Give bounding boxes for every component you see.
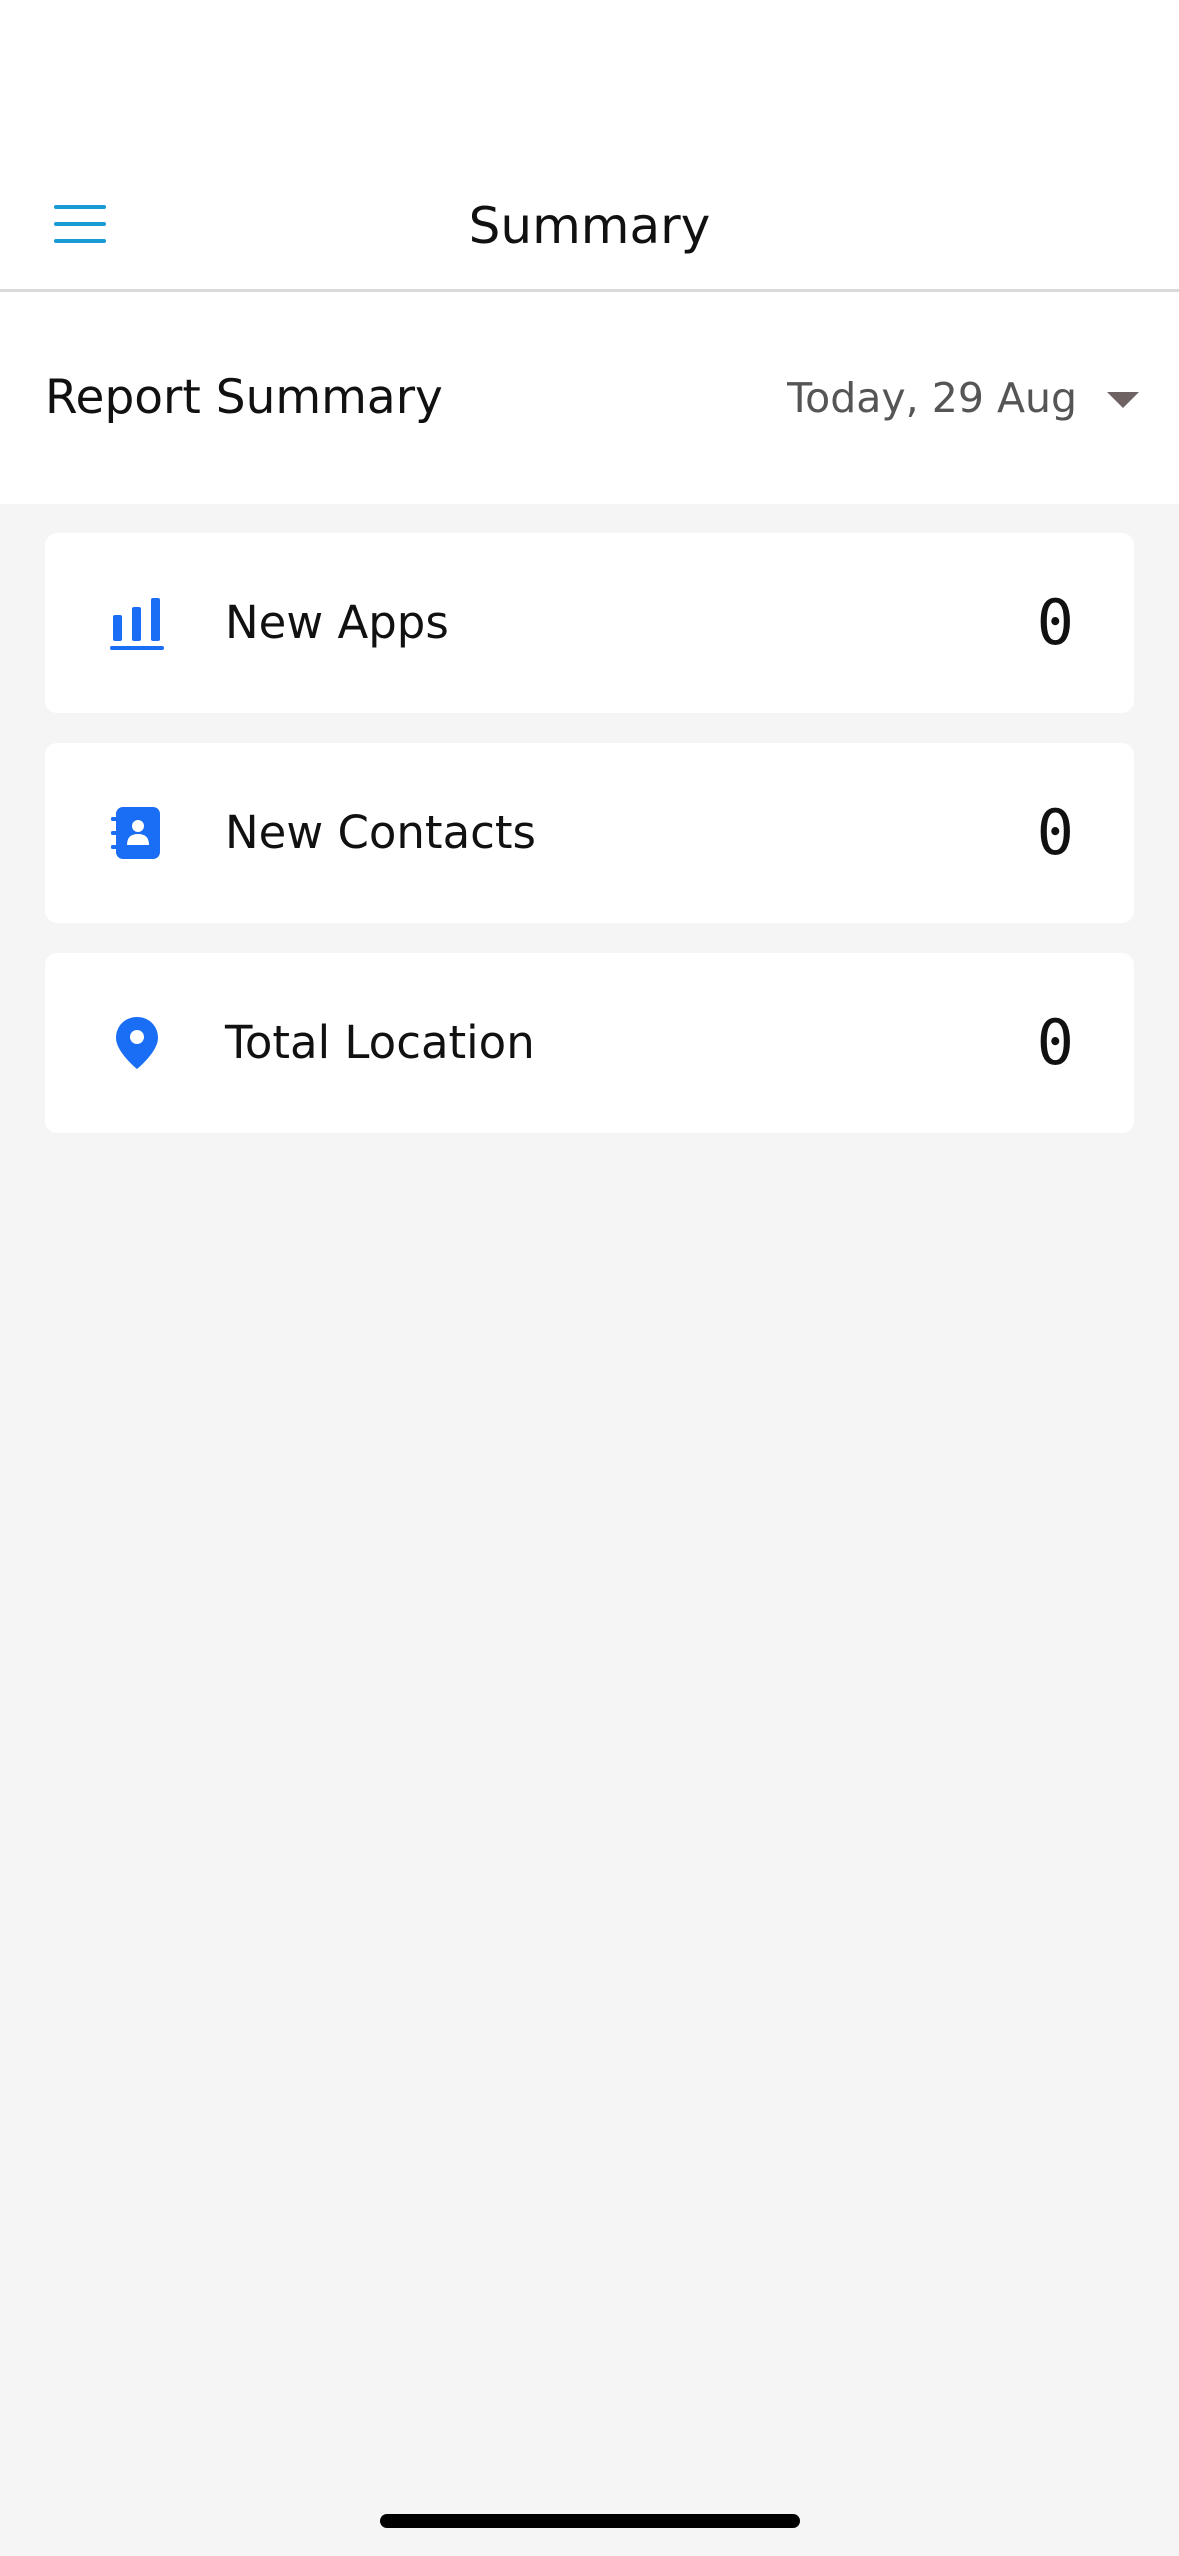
summary-cards: New Apps 0 New Contacts 0 Total Location… [45, 533, 1134, 1163]
card-new-contacts[interactable]: New Contacts 0 [45, 743, 1134, 923]
card-new-apps[interactable]: New Apps 0 [45, 533, 1134, 713]
card-label: New Apps [225, 596, 449, 649]
bar-chart-icon [107, 593, 167, 653]
card-value: 0 [1036, 1006, 1074, 1079]
navigation-bar: Summary [0, 160, 1179, 292]
date-label: Today, 29 Aug [787, 374, 1077, 422]
card-label: Total Location [225, 1016, 535, 1069]
card-label: New Contacts [225, 806, 536, 859]
hamburger-menu-icon [54, 205, 106, 243]
date-selector[interactable]: Today, 29 Aug [787, 292, 1139, 504]
report-header: Report Summary Today, 29 Aug [0, 292, 1179, 504]
card-total-location[interactable]: Total Location 0 [45, 953, 1134, 1133]
page-title: Summary [468, 197, 711, 255]
home-indicator[interactable] [380, 2514, 800, 2528]
contact-book-icon [107, 803, 167, 863]
menu-button[interactable] [40, 188, 120, 260]
report-title: Report Summary [45, 370, 443, 425]
caret-down-icon [1107, 392, 1139, 408]
card-value: 0 [1036, 586, 1074, 659]
status-bar-area [0, 0, 1179, 160]
card-value: 0 [1036, 796, 1074, 869]
location-pin-icon [107, 1013, 167, 1073]
